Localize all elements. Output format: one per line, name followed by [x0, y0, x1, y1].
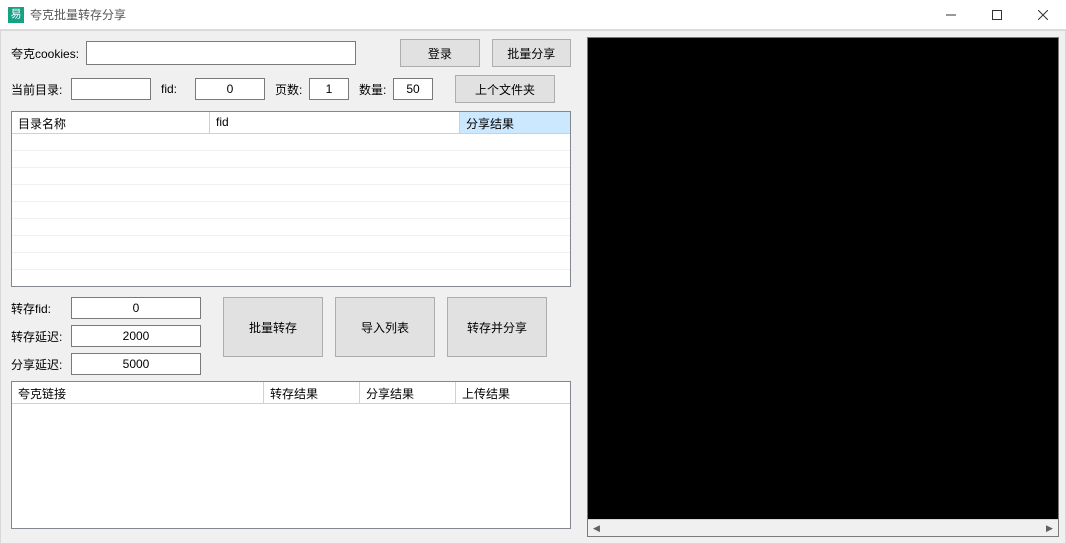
column-upload-result[interactable]: 上传结果	[456, 382, 570, 403]
page-label: 页数:	[275, 81, 309, 98]
table-row[interactable]	[12, 185, 570, 202]
current-dir-label: 当前目录:	[11, 81, 71, 98]
left-panel: 夸克cookies: 登录 批量分享 当前目录: fid: 页数: 数量: 上个…	[1, 31, 581, 543]
scroll-right-icon[interactable]: ▶	[1041, 520, 1058, 537]
table-row[interactable]	[12, 134, 570, 151]
batch-save-button[interactable]: 批量转存	[223, 297, 323, 357]
result-table[interactable]: 夸克链接 转存结果 分享结果 上传结果	[11, 381, 571, 529]
client-area: 夸克cookies: 登录 批量分享 当前目录: fid: 页数: 数量: 上个…	[0, 30, 1066, 544]
batch-share-button[interactable]: 批量分享	[492, 39, 571, 67]
count-input[interactable]	[393, 78, 433, 100]
column-dir-name[interactable]: 目录名称	[12, 112, 210, 133]
minimize-button[interactable]	[928, 0, 974, 30]
titlebar: 夸克批量转存分享	[0, 0, 1066, 30]
cookies-label: 夸克cookies:	[11, 45, 86, 62]
table-row[interactable]	[12, 202, 570, 219]
table-row[interactable]	[12, 151, 570, 168]
page-input[interactable]	[309, 78, 349, 100]
login-button[interactable]: 登录	[400, 39, 479, 67]
column-share-result-2[interactable]: 分享结果	[360, 382, 456, 403]
horizontal-scrollbar[interactable]: ◀ ▶	[588, 519, 1058, 536]
column-save-result[interactable]: 转存结果	[264, 382, 360, 403]
save-fid-label: 转存fid:	[11, 300, 71, 317]
column-share-result[interactable]: 分享结果	[460, 112, 570, 133]
current-dir-input[interactable]	[71, 78, 151, 100]
column-link[interactable]: 夸克链接	[12, 382, 264, 403]
count-label: 数量:	[359, 81, 393, 98]
table-row[interactable]	[12, 219, 570, 236]
save-fid-input[interactable]	[71, 297, 201, 319]
table-row[interactable]	[12, 236, 570, 253]
window-title: 夸克批量转存分享	[30, 6, 126, 23]
app-icon	[8, 7, 24, 23]
directory-table[interactable]: 目录名称 fid 分享结果	[11, 111, 571, 287]
cookies-input[interactable]	[86, 41, 356, 65]
table-row[interactable]	[12, 253, 570, 270]
import-list-button[interactable]: 导入列表	[335, 297, 435, 357]
column-fid[interactable]: fid	[210, 112, 460, 133]
table-header: 夸克链接 转存结果 分享结果 上传结果	[12, 382, 570, 404]
maximize-button[interactable]	[974, 0, 1020, 30]
close-button[interactable]	[1020, 0, 1066, 30]
save-delay-label: 转存延迟:	[11, 328, 71, 345]
table-header: 目录名称 fid 分享结果	[12, 112, 570, 134]
save-and-share-button[interactable]: 转存并分享	[447, 297, 547, 357]
fid-label: fid:	[161, 82, 195, 96]
table-row[interactable]	[12, 168, 570, 185]
fid-input[interactable]	[195, 78, 265, 100]
share-delay-label: 分享延迟:	[11, 356, 71, 373]
share-delay-input[interactable]	[71, 353, 201, 375]
parent-folder-button[interactable]: 上个文件夹	[455, 75, 555, 103]
window-controls	[928, 0, 1066, 30]
preview-panel: ◀ ▶	[587, 37, 1059, 537]
save-delay-input[interactable]	[71, 325, 201, 347]
scroll-left-icon[interactable]: ◀	[588, 520, 605, 537]
